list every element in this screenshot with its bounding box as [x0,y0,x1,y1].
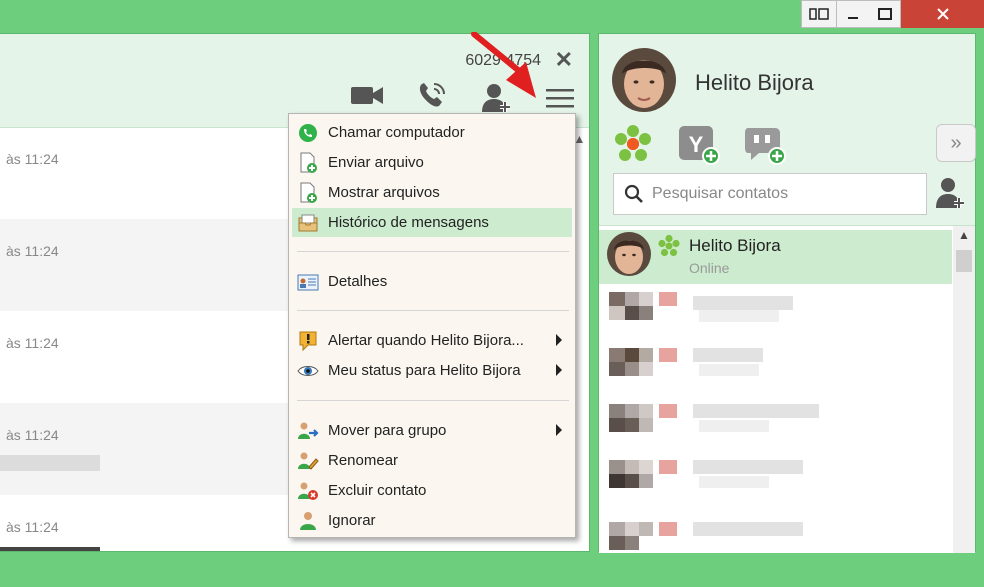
menu-item-mover-para-grupo[interactable]: Mover para grupo [292,416,572,445]
ignore-icon [297,510,319,532]
window-controls [801,0,984,28]
search-icon [624,184,644,204]
message-history-icon [297,212,319,234]
submenu-arrow-icon [556,334,562,346]
submenu-arrow-icon [556,364,562,376]
blurred-text [0,455,100,471]
video-call-icon[interactable] [350,82,384,112]
contact-list: Helito Bijora Online ▲ [599,225,975,553]
menu-item-chamar-computador[interactable]: Chamar computador [292,118,572,147]
gtalk-add-icon[interactable] [745,126,787,170]
menu-separator [297,310,569,311]
yahoo-add-icon[interactable]: Y [679,126,721,170]
menu-item-label: Ignorar [328,512,376,529]
message-time: às 11:24 [6,243,59,259]
phone-call-icon [297,122,319,144]
menu-item-mostrar-arquivos[interactable]: Mostrar arquivos [292,178,572,207]
contact-avatar [607,232,651,276]
message-time: às 11:24 [6,519,59,535]
contacts-panel: Helito Bijora Y Pesquisar contatos Helit… [598,33,976,553]
menu-item-historico-de-mensagens[interactable]: Histórico de mensagens [292,208,572,237]
scroll-up-icon[interactable]: ▲ [953,228,975,242]
eye-icon [297,360,319,382]
add-contact-button[interactable] [935,176,967,214]
alert-icon [297,330,319,352]
red-arrow-icon [471,32,536,98]
contact-status: Online [689,260,730,276]
submenu-arrow-icon [556,424,562,436]
blurred-contact [609,292,829,338]
blurred-contact [609,516,829,556]
move-group-icon [297,420,319,442]
user-avatar[interactable] [612,48,676,112]
close-chat-button[interactable]: ✕ [555,47,573,73]
search-input[interactable]: Pesquisar contatos [652,185,788,203]
menu-item-label: Renomear [328,452,399,469]
blurred-contact [609,348,829,398]
voice-call-icon[interactable] [416,80,448,114]
menu-item-ignorar[interactable]: Ignorar [292,506,572,535]
menu-separator [297,400,569,401]
menu-item-meu-status[interactable]: Meu status para Helito Bijora [292,356,572,385]
delete-contact-icon [297,480,319,502]
menu-item-label: Meu status para Helito Bijora [328,362,521,379]
cut-off-text [0,547,100,551]
search-contacts[interactable]: Pesquisar contatos [613,173,927,215]
icq-icon[interactable] [613,124,653,168]
show-files-icon [297,182,319,204]
menu-item-alertar-quando[interactable]: Alertar quando Helito Bijora... [292,326,572,355]
menu-item-label: Histórico de mensagens [328,214,489,231]
contact-name: Helito Bijora [689,236,781,255]
contact-list-scrollbar[interactable]: ▲ [953,226,975,553]
menu-item-label: Alertar quando Helito Bijora... [328,332,524,349]
menu-item-detalhes[interactable]: Detalhes [292,267,572,296]
message-time: às 11:24 [6,427,59,443]
send-file-icon [297,152,319,174]
icq-status-icon [657,234,681,262]
message-time: às 11:24 [6,151,59,167]
menu-item-enviar-arquivo[interactable]: Enviar arquivo [292,148,572,177]
close-icon[interactable] [901,0,984,28]
menu-item-label: Mover para grupo [328,422,447,439]
svg-text:Y: Y [689,132,704,157]
minimize-icon[interactable] [837,0,869,28]
menu-separator [297,251,569,252]
menu-item-label: Enviar arquivo [328,154,424,171]
double-chevron-right-icon: » [950,131,962,154]
menu-item-excluir-contato[interactable]: Excluir contato [292,476,572,505]
contact-context-menu: Chamar computador Enviar arquivo Mostrar… [288,113,576,538]
blurred-contact [609,460,829,510]
menu-item-label: Chamar computador [328,124,465,141]
menu-item-label: Detalhes [328,273,388,290]
contact-item-selected[interactable]: Helito Bijora Online [599,230,952,284]
details-icon [297,271,319,293]
rename-icon [297,450,319,472]
expand-panel-button[interactable]: » [936,124,976,162]
menu-item-label: Excluir contato [328,482,427,499]
menu-icon[interactable] [546,88,576,114]
user-name: Helito Bijora [695,70,814,95]
maximize-icon[interactable] [869,0,901,28]
message-time: às 11:24 [6,335,59,351]
menu-item-renomear[interactable]: Renomear [292,446,572,475]
scroll-thumb[interactable] [956,250,972,272]
tile-icon[interactable] [801,0,837,28]
menu-item-label: Mostrar arquivos [328,184,440,201]
blurred-contact [609,404,829,454]
